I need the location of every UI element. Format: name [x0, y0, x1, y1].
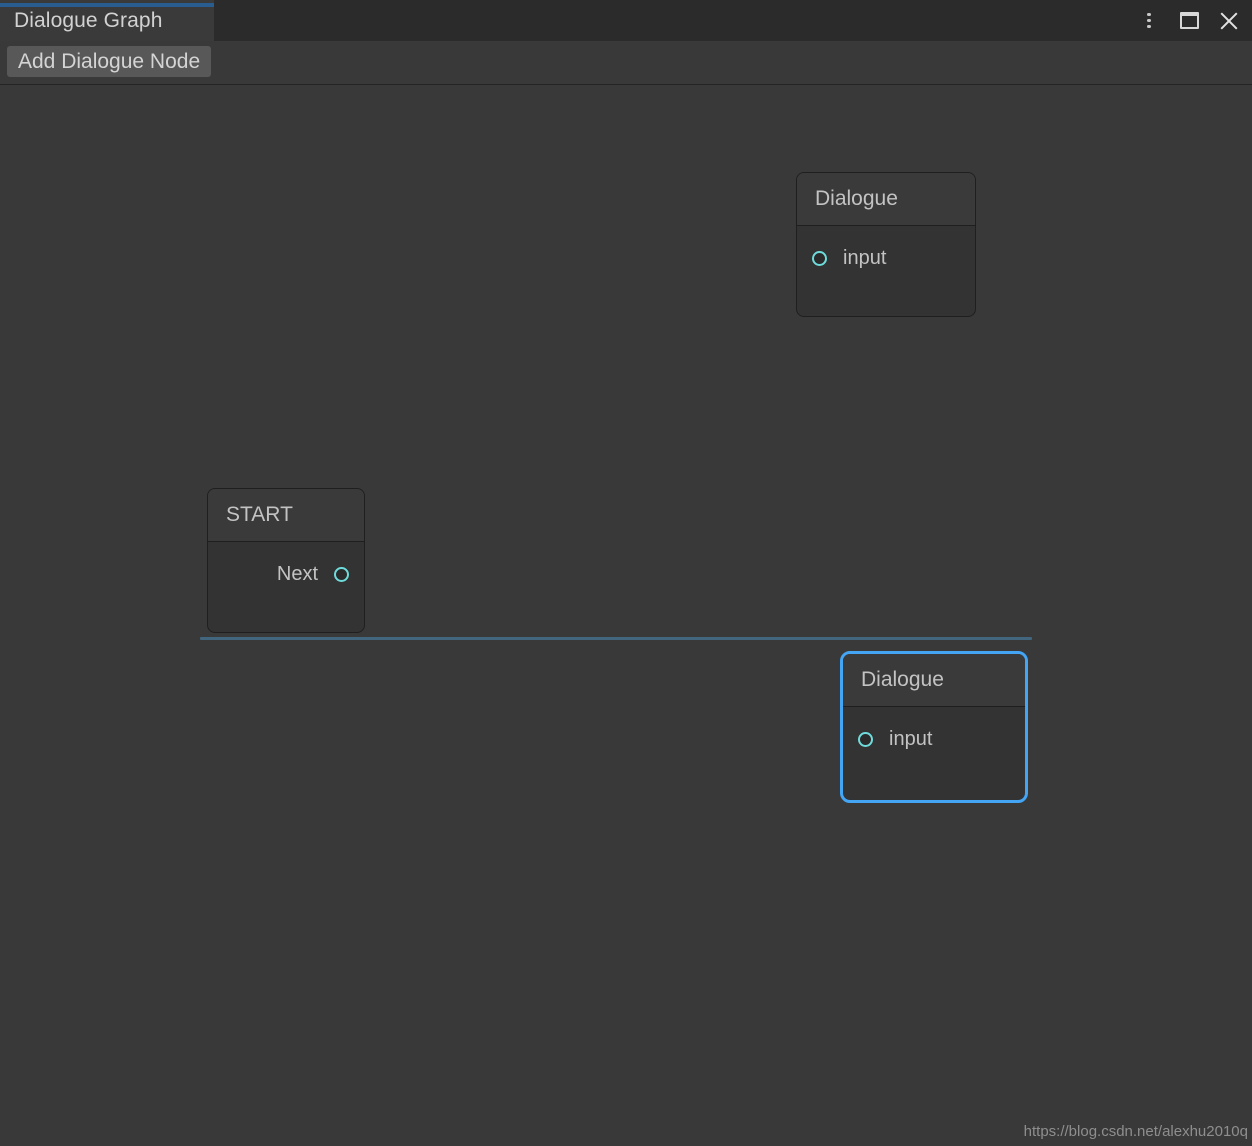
kebab-menu-icon[interactable] — [1132, 4, 1166, 38]
port-row-input[interactable]: input — [843, 707, 1025, 771]
window-controls — [1132, 0, 1246, 41]
port-connector-icon[interactable] — [334, 566, 349, 582]
port-label: input — [843, 246, 887, 269]
graph-node-dialogue-top[interactable]: Dialogue input — [796, 172, 976, 317]
close-x-glyph — [1218, 10, 1240, 32]
close-icon[interactable] — [1212, 4, 1246, 38]
port-label: Next — [276, 562, 318, 585]
add-dialogue-node-button[interactable]: Add Dialogue Node — [7, 46, 212, 77]
kebab-dot — [1147, 24, 1151, 29]
graph-node-dialogue-selected[interactable]: Dialogue input — [840, 651, 1028, 803]
node-title-text: START — [226, 503, 293, 526]
node-title: START — [208, 489, 364, 542]
port-connector-icon[interactable] — [812, 250, 827, 266]
watermark-text: https://blog.csdn.net/alexhu2010q — [1023, 1123, 1248, 1140]
port-row-next[interactable]: Next — [208, 542, 364, 606]
tab-dialogue-graph[interactable]: Dialogue Graph — [0, 0, 214, 41]
graph-canvas[interactable]: Dialogue input START Next Dialogue input — [0, 86, 1252, 1146]
node-title-text: Dialogue — [861, 668, 944, 691]
graph-node-start[interactable]: START Next — [207, 488, 365, 633]
port-connector-icon[interactable] — [858, 731, 873, 747]
graph-edge[interactable] — [200, 637, 1032, 640]
kebab-dot — [1147, 18, 1151, 23]
node-title: Dialogue — [797, 173, 975, 226]
edges-layer — [0, 86, 1252, 1146]
port-label: input — [889, 727, 933, 750]
node-ports: input — [797, 226, 975, 290]
graph-toolbar: Add Dialogue Node — [0, 41, 1252, 85]
kebab-dot — [1147, 12, 1151, 17]
port-row-input[interactable]: input — [797, 226, 975, 290]
node-title-text: Dialogue — [815, 187, 898, 210]
dialogue-graph-window: Dialogue Graph Add Dialogue Node Dialogu… — [0, 0, 1252, 1146]
tab-active-accent — [0, 3, 214, 7]
tab-label: Dialogue Graph — [14, 9, 163, 32]
maximize-icon[interactable] — [1172, 4, 1206, 38]
maximize-square — [1179, 12, 1199, 29]
node-ports: input — [843, 707, 1025, 771]
window-header: Dialogue Graph — [0, 0, 1252, 41]
node-title: Dialogue — [843, 654, 1025, 707]
node-ports: Next — [208, 542, 364, 606]
